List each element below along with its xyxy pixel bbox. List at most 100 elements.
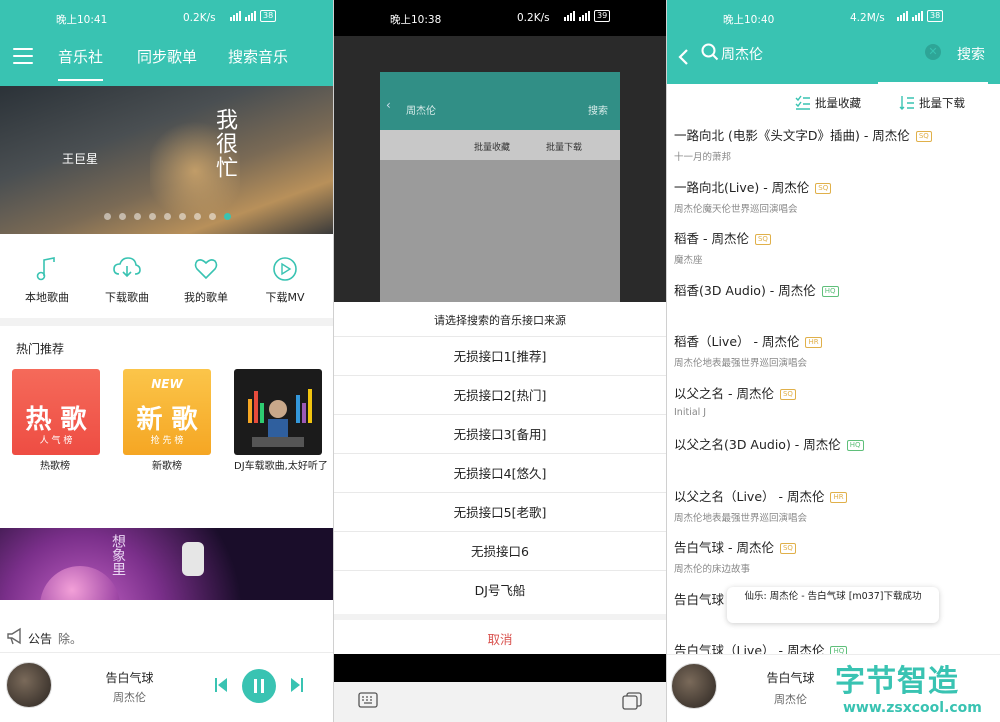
signal-icon bbox=[579, 11, 590, 21]
album-art[interactable] bbox=[671, 663, 717, 709]
quick-download-mv[interactable]: 下载MV bbox=[250, 256, 320, 305]
quick-my-playlists[interactable]: 我的歌单 bbox=[171, 256, 241, 305]
status-icons: 38 bbox=[230, 10, 277, 22]
dimmed-batch-fav: 批量收藏 bbox=[474, 143, 511, 153]
quality-badge: SQ bbox=[754, 234, 771, 245]
song-item[interactable]: 稻香（Live） - 周杰伦 HR 周杰伦地表最强世界巡回演唱会 bbox=[674, 331, 994, 369]
card-label-dj: DJ车载歌曲,太好听了 bbox=[234, 461, 328, 472]
tab-search-music[interactable]: 搜索音乐 bbox=[228, 46, 288, 67]
pause-button[interactable] bbox=[242, 669, 276, 703]
status-bar: 晚上10:38 0.2K/s 39 bbox=[334, 0, 666, 36]
sheet-title: 请选择搜索的音乐接口来源 bbox=[434, 314, 566, 327]
quick-download-songs[interactable]: 下载歌曲 bbox=[92, 256, 162, 305]
section-hot-recommend: 热门推荐 bbox=[16, 342, 65, 356]
option-interface-3[interactable]: 无损接口3[备用] bbox=[334, 414, 666, 453]
status-time: 晚上10:41 bbox=[56, 14, 108, 26]
network-speed: 0.2K/s bbox=[517, 12, 550, 24]
option-dj[interactable]: DJ号飞船 bbox=[334, 570, 666, 609]
option-interface-5[interactable]: 无损接口5[老歌] bbox=[334, 492, 666, 531]
play-circle-icon bbox=[273, 257, 297, 281]
dimmed-search-page: ‹ 周杰伦 搜索 批量收藏 批量下载 bbox=[380, 72, 620, 302]
quality-badge: HR bbox=[805, 337, 822, 348]
quality-badge: HR bbox=[830, 492, 847, 503]
tab-sync-playlist[interactable]: 同步歌单 bbox=[137, 46, 197, 67]
player-song-title: 告白气球 bbox=[105, 671, 154, 685]
song-item[interactable]: 以父之名（Live） - 周杰伦 HR 周杰伦地表最强世界巡回演唱会 bbox=[674, 486, 994, 524]
mini-player[interactable]: 告白气球 周杰伦 bbox=[0, 652, 333, 722]
music-home-screen: 晚上10:41 0.2K/s 38 音乐社 同步歌单 搜索音乐 王巨星 我很忙 … bbox=[0, 0, 333, 722]
pause-icon bbox=[254, 679, 264, 693]
quality-badge: HQ bbox=[821, 286, 839, 297]
clipboard-icon[interactable] bbox=[622, 692, 642, 710]
promo-banner[interactable]: 想象里 bbox=[0, 528, 333, 600]
promo-title: 想象里 bbox=[110, 534, 126, 576]
back-arrow-icon: ‹ bbox=[386, 98, 391, 112]
card-label-new: 新歌榜 bbox=[152, 461, 182, 472]
back-arrow-icon[interactable] bbox=[677, 48, 689, 66]
download-list-icon bbox=[899, 96, 914, 110]
option-interface-2[interactable]: 无损接口2[热门] bbox=[334, 375, 666, 414]
tab-music-club[interactable]: 音乐社 bbox=[58, 46, 104, 81]
megaphone-icon bbox=[7, 627, 21, 645]
banner-artist: 王巨星 bbox=[62, 152, 99, 166]
option-interface-1[interactable]: 无损接口1[推荐] bbox=[334, 336, 666, 375]
notice-bar[interactable]: 公告 除。 bbox=[0, 622, 333, 652]
dimmed-batch-dl: 批量下载 bbox=[546, 143, 583, 153]
search-icon bbox=[701, 43, 719, 61]
keyboard-toolbar bbox=[334, 682, 666, 722]
notice-text: 除。 bbox=[58, 632, 83, 646]
dimmed-background: ‹ 周杰伦 搜索 批量收藏 批量下载 bbox=[334, 36, 666, 302]
site-watermark: 字节智造 www.zsxcool.com bbox=[817, 656, 1000, 722]
heart-icon bbox=[194, 259, 218, 280]
status-time: 晚上10:38 bbox=[390, 14, 442, 26]
battery-icon: 38 bbox=[927, 10, 944, 22]
music-note-icon bbox=[36, 257, 55, 281]
song-item[interactable]: 以父之名(3D Audio) - 周杰伦 HQ bbox=[674, 434, 994, 453]
signal-icon bbox=[230, 11, 241, 21]
search-input[interactable]: 周杰伦 bbox=[721, 44, 763, 64]
quality-badge: HQ bbox=[846, 440, 864, 451]
option-interface-6[interactable]: 无损接口6 bbox=[334, 531, 666, 570]
status-icons: 39 bbox=[564, 10, 611, 22]
quick-local-songs[interactable]: 本地歌曲 bbox=[12, 256, 82, 305]
dj-equalizer-image bbox=[248, 389, 312, 447]
song-item[interactable]: 以父之名 - 周杰伦 SQ Initial J bbox=[674, 383, 994, 418]
signal-icon bbox=[912, 11, 923, 21]
song-item[interactable]: 稻香 - 周杰伦 SQ 魔杰座 bbox=[674, 228, 994, 266]
album-art[interactable] bbox=[6, 662, 52, 708]
status-icons: 38 bbox=[897, 10, 944, 22]
signal-icon bbox=[564, 11, 575, 21]
player-artist: 周杰伦 bbox=[774, 693, 807, 706]
watermark-url: www.zsxcool.com bbox=[843, 700, 982, 716]
carousel-dots bbox=[104, 213, 231, 220]
search-results-screen: 晚上10:40 4.2M/s 38 周杰伦 ✕ 搜索 批量收藏 批量下载 一路向… bbox=[667, 0, 1000, 722]
card-new-songs[interactable]: NEW 新 歌 抢 先 榜 bbox=[123, 369, 211, 455]
cancel-button[interactable]: 取消 bbox=[334, 614, 666, 653]
battery-icon: 38 bbox=[260, 10, 277, 22]
next-icon[interactable] bbox=[290, 677, 304, 693]
carousel-banner[interactable]: 王巨星 我很忙 bbox=[0, 86, 333, 234]
status-bar: 晚上10:41 0.2K/s 38 bbox=[0, 0, 333, 36]
keyboard-icon[interactable] bbox=[358, 692, 378, 708]
song-item[interactable]: 一路向北(Live) - 周杰伦 SQ 周杰伦魔天伦世界巡回演唱会 bbox=[674, 177, 994, 215]
menu-icon[interactable] bbox=[13, 48, 33, 69]
song-item[interactable]: 一路向北 (电影《头文字D》插曲) - 周杰伦 SQ 十一月的萧邦 bbox=[674, 125, 994, 163]
signal-icon bbox=[245, 11, 256, 21]
song-item[interactable]: 稻香(3D Audio) - 周杰伦 HQ bbox=[674, 280, 994, 299]
option-interface-4[interactable]: 无损接口4[悠久] bbox=[334, 453, 666, 492]
quality-badge: SQ bbox=[779, 543, 796, 554]
network-speed: 0.2K/s bbox=[183, 12, 216, 24]
song-item[interactable]: 告白气球 - 周杰伦 SQ 周杰伦的床边故事 bbox=[674, 537, 994, 575]
dimmed-query: 周杰伦 bbox=[406, 106, 436, 117]
previous-icon[interactable] bbox=[214, 677, 228, 693]
tab-indicator bbox=[878, 82, 988, 85]
card-hot-songs[interactable]: 热 歌 人 气 榜 bbox=[12, 369, 100, 455]
search-button[interactable]: 搜索 bbox=[957, 44, 985, 64]
download-toast: 仙乐: 周杰伦 - 告白气球 [m037]下载成功 bbox=[727, 587, 939, 623]
clear-icon[interactable]: ✕ bbox=[925, 44, 941, 60]
batch-favorite-button[interactable]: 批量收藏 bbox=[795, 95, 861, 111]
quality-badge: SQ bbox=[915, 131, 932, 142]
card-dj-songs[interactable] bbox=[234, 369, 322, 455]
cloud-download-icon bbox=[113, 257, 141, 278]
batch-download-button[interactable]: 批量下载 bbox=[899, 95, 965, 111]
